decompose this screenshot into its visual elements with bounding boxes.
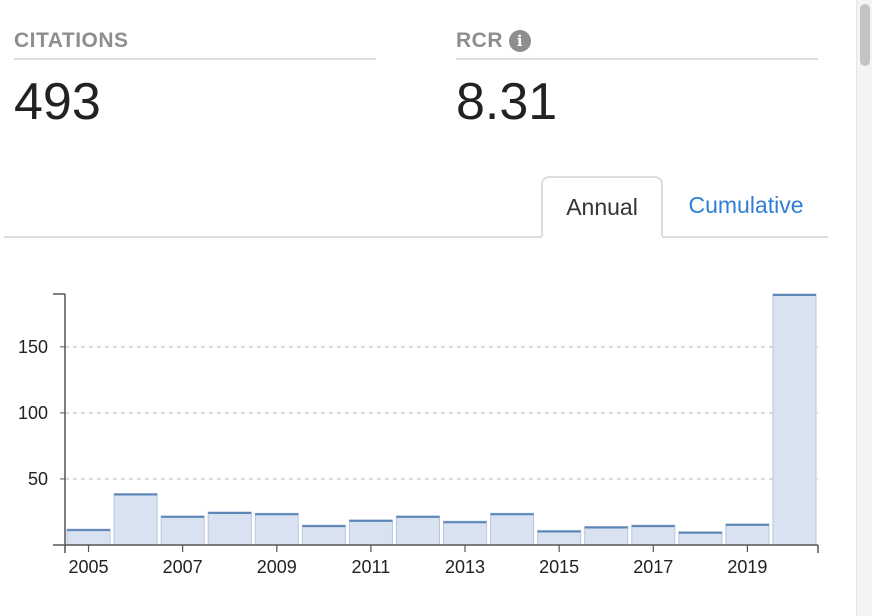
bar-body <box>584 526 629 546</box>
grid-lines <box>65 346 818 480</box>
axes <box>53 293 819 553</box>
bar-body <box>443 520 488 546</box>
bar-body <box>254 512 299 546</box>
bar-2013 <box>443 520 488 546</box>
scrollbar-thumb[interactable] <box>860 4 870 66</box>
rcr-value: 8.31 <box>456 73 558 131</box>
bar-2017 <box>631 524 676 546</box>
bar-body <box>160 515 205 546</box>
bar-2015 <box>537 529 582 546</box>
bar-2006 <box>113 492 158 546</box>
bar-body <box>725 523 770 546</box>
tab-cumulative[interactable]: Cumulative <box>666 176 826 234</box>
rcr-metric: RCR i 8.31 <box>456 24 818 130</box>
bar-body <box>631 524 676 546</box>
bar-2011 <box>348 519 393 546</box>
bar-2007 <box>160 515 205 546</box>
bar-body <box>348 519 393 546</box>
chart-mode-tabs: Annual Cumulative <box>4 176 828 238</box>
citations-value: 493 <box>14 73 101 131</box>
x-tick-label: 2013 <box>445 557 485 577</box>
tab-annual[interactable]: Annual <box>541 176 663 238</box>
x-tick-label: 2015 <box>539 557 579 577</box>
rcr-label: RCR <box>456 29 503 52</box>
bar-2012 <box>395 515 440 546</box>
y-tick-label: 150 <box>18 337 48 357</box>
bar-body <box>395 515 440 546</box>
rcr-label-row: RCR i <box>456 24 818 60</box>
bar-2005 <box>66 528 111 546</box>
bar-body <box>772 293 817 546</box>
x-tick-label: 2007 <box>163 557 203 577</box>
citations-metric: CITATIONS 493 <box>14 24 376 130</box>
bar-2019 <box>725 523 770 546</box>
bar-body <box>537 529 582 546</box>
y-tick-label: 50 <box>28 469 48 489</box>
scrollbar[interactable] <box>856 0 872 616</box>
citations-label: CITATIONS <box>14 24 376 60</box>
bar-body <box>490 512 535 546</box>
x-tick-label: 2019 <box>727 557 767 577</box>
info-icon[interactable]: i <box>509 30 531 52</box>
x-tick-label: 2017 <box>633 557 673 577</box>
bar-2008 <box>207 511 252 546</box>
bars <box>66 293 817 546</box>
bar-body <box>66 528 111 546</box>
bar-2010 <box>301 524 346 546</box>
bar-2018 <box>678 531 723 546</box>
bar-body <box>301 524 346 546</box>
y-tick-label: 100 <box>18 403 48 423</box>
bar-2009 <box>254 512 299 546</box>
bar-2016 <box>584 526 629 546</box>
bar-2014 <box>490 512 535 546</box>
bar-body <box>113 492 158 546</box>
x-tick-label: 2005 <box>69 557 109 577</box>
annual-citations-chart: 50 100 150 2005 2007 2009 2011 2013 2015 2017 2019 <box>18 293 819 577</box>
x-tick-label: 2011 <box>352 557 391 577</box>
x-tick-label: 2009 <box>257 557 297 577</box>
bar-2020 <box>772 293 817 546</box>
bar-body <box>207 511 252 546</box>
